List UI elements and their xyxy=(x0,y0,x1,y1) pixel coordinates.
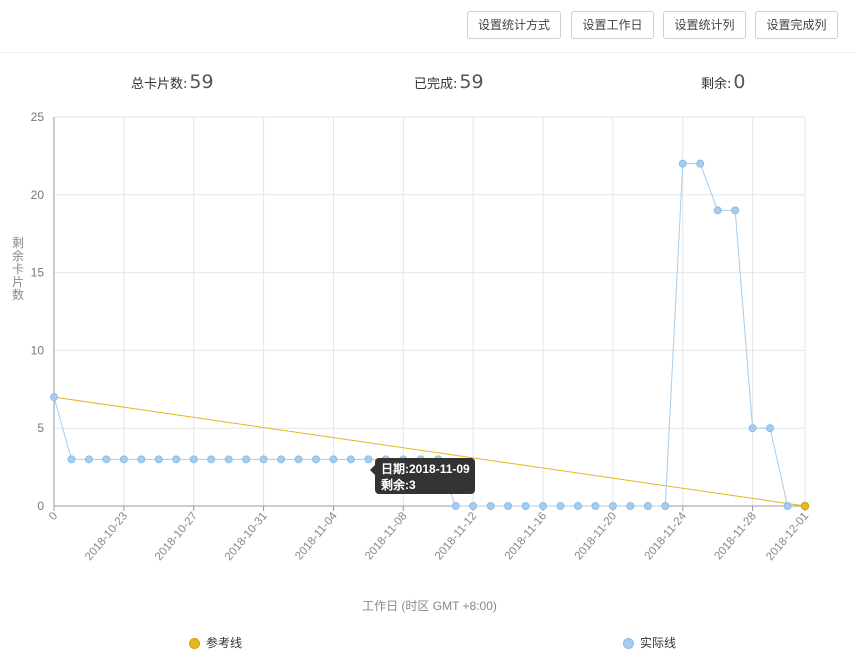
x-tick-label: 2018-11-04 xyxy=(293,510,340,563)
actual-point xyxy=(486,502,495,510)
x-axis-label: 工作日 (时区 GMT +8:00) xyxy=(362,599,497,613)
actual-point xyxy=(643,502,652,510)
x-tick-label: 2018-11-16 xyxy=(503,510,549,562)
actual-point xyxy=(224,455,233,464)
reference-point xyxy=(800,501,810,511)
actual-point xyxy=(678,159,687,168)
actual-point xyxy=(504,502,513,510)
actual-point xyxy=(713,206,722,215)
actual-point xyxy=(346,455,355,464)
actual-point xyxy=(696,159,705,168)
actual-point xyxy=(189,455,198,464)
actual-point xyxy=(137,455,146,464)
x-tick-label: 2018-11-24 xyxy=(643,510,690,563)
actual-point xyxy=(172,455,181,464)
actual-point xyxy=(154,455,163,464)
actual-point xyxy=(626,502,635,510)
x-tick-label: 2018-10-27 xyxy=(153,510,200,563)
set-done-columns-button[interactable]: 设置完成列 xyxy=(755,11,838,39)
x-tick-label: 0 xyxy=(47,510,60,523)
remaining-cards-value: 0 xyxy=(733,71,746,93)
y-tick-label: 10 xyxy=(31,343,45,357)
actual-point xyxy=(469,502,478,510)
set-statistics-mode-button[interactable]: 设置统计方式 xyxy=(467,11,561,39)
actual-point xyxy=(102,455,111,464)
actual-point xyxy=(573,502,582,510)
reference-legend-label: 参考线 xyxy=(206,636,243,650)
total-cards-value: 59 xyxy=(189,71,214,93)
y-tick-label: 0 xyxy=(37,499,44,513)
actual-point xyxy=(294,455,303,464)
total-cards-stat: 总卡片数: 59 xyxy=(131,64,214,100)
y-tick-label: 15 xyxy=(31,266,45,280)
burndown-chart: 0 5 10 15 20 25 0 2018-10-23 2018-10-27 2018-10-3… xyxy=(12,110,811,613)
actual-point xyxy=(608,502,617,510)
actual-point xyxy=(556,502,565,510)
actual-point xyxy=(50,393,58,402)
x-tick-label: 2018-11-28 xyxy=(712,510,758,562)
set-workdays-button[interactable]: 设置工作日 xyxy=(571,11,654,39)
actual-point xyxy=(277,455,286,464)
y-tick-label: 25 xyxy=(31,110,45,124)
actual-point xyxy=(259,455,268,464)
x-tick-label: 2018-12-01 xyxy=(764,510,811,563)
done-cards-stat: 已完成: 59 xyxy=(414,64,484,100)
actual-legend-label: 实际线 xyxy=(640,636,677,650)
done-cards-label: 已完成: xyxy=(414,77,458,92)
x-tick-label: 2018-10-23 xyxy=(83,510,130,563)
actual-point xyxy=(242,455,251,464)
done-cards-value: 59 xyxy=(459,71,484,93)
total-cards-label: 总卡片数: xyxy=(131,77,188,92)
x-tick-label: 2018-11-12 xyxy=(433,510,479,562)
actual-line xyxy=(53,163,789,507)
y-axis-label: 剩余卡片数 xyxy=(12,236,24,302)
toolbar: 设置统计方式 设置工作日 设置统计列 设置完成列 xyxy=(0,0,856,53)
actual-point xyxy=(67,455,76,464)
actual-point xyxy=(119,455,128,464)
actual-point xyxy=(451,502,460,510)
y-tick-label: 5 xyxy=(37,421,44,435)
legend-reference-line[interactable]: 参考线 xyxy=(189,634,242,652)
actual-point xyxy=(591,502,600,510)
actual-point xyxy=(783,502,792,510)
actual-legend-marker xyxy=(623,638,634,649)
actual-point xyxy=(207,455,216,464)
actual-point xyxy=(731,206,740,215)
actual-point xyxy=(364,455,373,464)
actual-point xyxy=(84,455,93,464)
set-statistics-columns-button[interactable]: 设置统计列 xyxy=(663,11,746,39)
actual-point xyxy=(766,424,775,433)
x-tick-label: 2018-11-08 xyxy=(363,510,409,562)
x-tick-label: 2018-11-20 xyxy=(573,510,619,562)
actual-point xyxy=(748,424,757,433)
remaining-cards-label: 剩余: xyxy=(701,77,732,92)
actual-point xyxy=(329,455,338,464)
actual-point xyxy=(311,455,320,464)
tooltip-value: 剩余:3 xyxy=(381,477,416,492)
x-tick-label: 2018-10-31 xyxy=(223,510,270,563)
tooltip: 日期:2018-11-09剩余:3 xyxy=(370,458,475,494)
reference-legend-marker xyxy=(189,638,200,649)
remaining-cards-stat: 剩余: 0 xyxy=(701,64,745,100)
actual-point xyxy=(539,502,548,510)
legend-actual-line[interactable]: 实际线 xyxy=(623,634,676,652)
y-tick-label: 20 xyxy=(31,188,45,202)
tooltip-date: 日期:2018-11-09 xyxy=(381,461,470,476)
actual-point xyxy=(521,502,530,510)
actual-point xyxy=(661,502,670,510)
